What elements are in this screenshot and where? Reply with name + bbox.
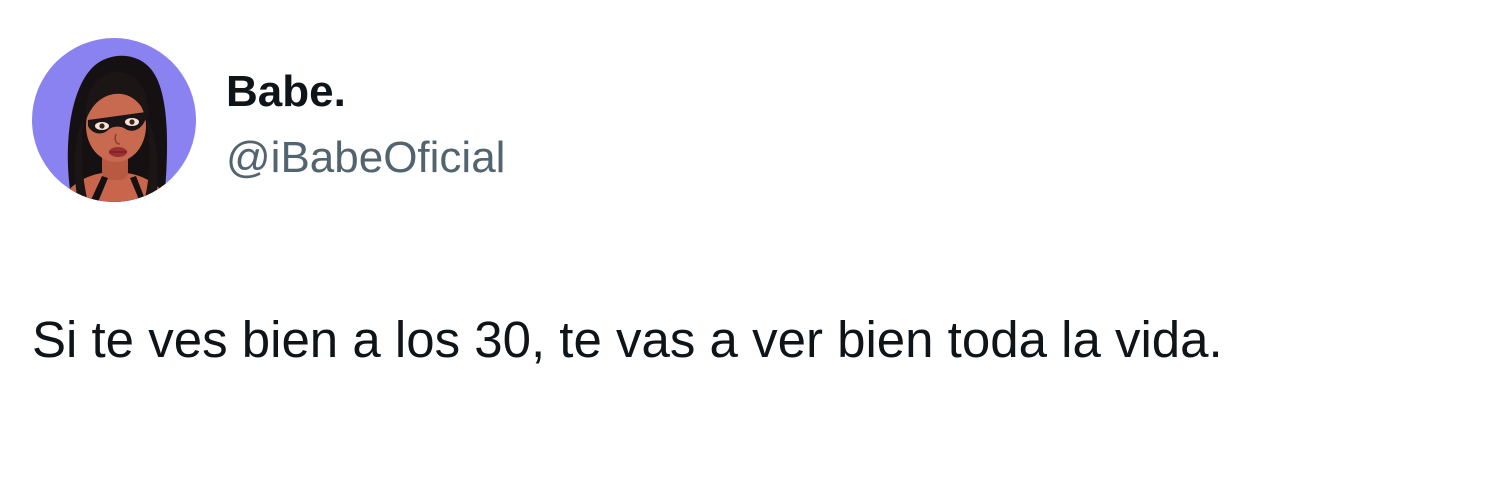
cartoon-woman-avatar-icon: [60, 55, 170, 202]
tweet-body-text: Si te ves bien a los 30, te vas a ver bi…: [32, 311, 1223, 368]
tweet-card: Babe. @iBabeOficial Si te ves bien a los…: [0, 0, 1500, 500]
author-handle[interactable]: @iBabeOficial: [226, 132, 505, 184]
profile-avatar[interactable]: [32, 38, 196, 202]
author-display-name[interactable]: Babe.: [226, 66, 346, 118]
